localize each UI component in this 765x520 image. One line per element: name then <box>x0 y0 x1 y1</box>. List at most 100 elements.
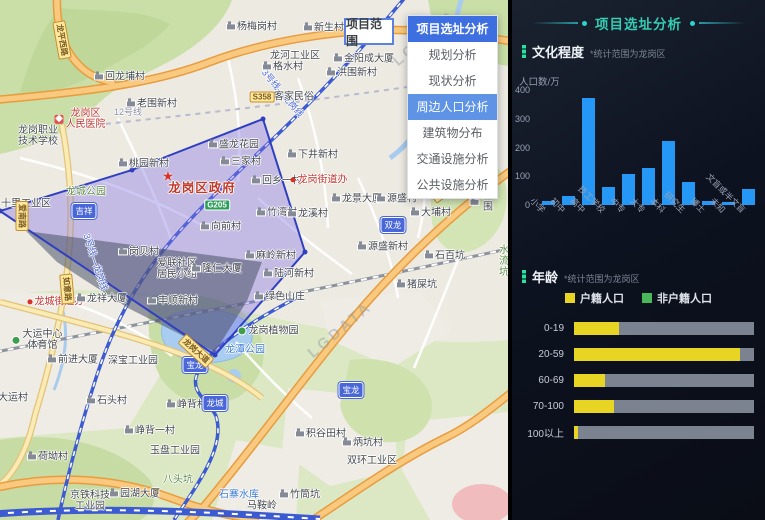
map-label: 三家村 <box>221 156 261 167</box>
map-label: 龙岗街道办 <box>291 174 348 185</box>
map-label: 回乡一村 <box>252 175 302 186</box>
map-label: 岗贝村 <box>119 246 159 257</box>
age-bar-fill <box>574 322 619 335</box>
map-label: 深宝工业园 <box>108 355 158 366</box>
map-label: 陆河新村 <box>264 268 314 279</box>
road-badge: 如意路 <box>59 273 75 304</box>
education-section-header: 文化程度 *统计范围为龙岗区 <box>522 42 666 61</box>
building-icon <box>280 493 288 498</box>
app-root: LGDATALGDATA3号线—龙岗线3号线—龙岗线杨梅岗村新生村龙河工业区金阳… <box>0 0 765 520</box>
map-label: 前进大厦 <box>48 354 98 365</box>
map-label: 龙城街道办 <box>28 296 85 307</box>
metro-station-badge[interactable]: 双龙 <box>380 217 405 233</box>
legend-item-户籍人口[interactable]: 户籍人口 <box>565 290 624 306</box>
building-icon <box>377 197 385 202</box>
building-icon <box>327 71 335 76</box>
age-row-70-100: 70-100 <box>512 398 765 414</box>
map-label: 绿色山庄 <box>255 291 305 302</box>
menu-item-建筑物分布[interactable]: 建筑物分布 <box>408 120 497 146</box>
building-icon <box>288 212 296 217</box>
menu-item-交通设施分析[interactable]: 交通设施分析 <box>408 146 497 172</box>
map-label: 双环工业区 <box>347 455 397 466</box>
menu-item-现状分析[interactable]: 现状分析 <box>408 68 497 94</box>
map-label: 石百坑 <box>425 250 465 261</box>
building-icon <box>201 225 209 230</box>
map-label: 洪围新村 <box>327 67 377 78</box>
building-icon <box>257 211 265 216</box>
map-label: 大埔村 <box>411 207 451 218</box>
building-icon <box>227 25 235 30</box>
building-icon <box>288 153 296 158</box>
map-label: 下井新村 <box>288 149 338 160</box>
building-icon <box>221 160 229 165</box>
age-section-title: 年龄 <box>532 267 558 286</box>
analysis-dropdown-menu: 项目选址分析规划分析现状分析周边人口分析建筑物分布交通设施分析公共设施分析 <box>407 15 498 199</box>
building-icon <box>411 211 419 216</box>
building-icon <box>343 441 351 446</box>
map-label: 龙河工业区 <box>270 50 320 61</box>
metro-station-badge[interactable]: 龙城 <box>202 395 227 411</box>
project-scope-button[interactable]: 项目范围 <box>344 18 394 45</box>
map-label: 杨梅岗村 <box>227 21 277 32</box>
menu-item-项目选址分析[interactable]: 项目选址分析 <box>408 16 497 42</box>
age-row-label: 0-19 <box>512 323 564 334</box>
age-row-label: 100以上 <box>512 425 564 440</box>
watermark: LGDATA <box>305 298 376 361</box>
map-label: 炳坑村 <box>343 437 383 448</box>
y-tick: 300 <box>512 114 530 124</box>
age-section-note: *统计范围为龙岗区 <box>564 272 640 285</box>
map-label: 回龙埔村 <box>95 71 145 82</box>
map-label: 园湖大厦 <box>110 488 160 499</box>
building-icon <box>264 272 272 277</box>
map-label: 水流坑 <box>499 245 508 279</box>
building-icon <box>334 57 342 62</box>
building-icon <box>255 295 263 300</box>
map-label: 桃园新村 <box>119 158 169 169</box>
map-label: 龙城公园 <box>66 186 106 197</box>
section-accent-icon <box>522 270 526 283</box>
education-section-title: 文化程度 <box>532 42 584 61</box>
menu-item-规划分析[interactable]: 规划分析 <box>408 42 497 68</box>
map-label: 龙岗植物园 <box>238 325 299 336</box>
header-dot-right-icon <box>690 21 695 26</box>
building-icon <box>471 200 479 205</box>
map-label: 八头坑 <box>163 474 193 485</box>
metro-line-label: 3号线—龙岗线 <box>81 232 112 292</box>
road-badge: 龙平西路 <box>52 20 71 60</box>
park-icon <box>238 327 247 336</box>
map-label: 爱联社区居民小组 <box>157 258 197 280</box>
menu-item-公共设施分析[interactable]: 公共设施分析 <box>408 172 497 198</box>
y-tick: 0 <box>512 200 530 210</box>
metro-station-badge[interactable]: 吉祥 <box>71 203 96 219</box>
hospital-icon: ✚ <box>55 115 64 124</box>
map-label: 石头村 <box>87 395 127 406</box>
poi-dot-icon <box>28 300 33 305</box>
y-tick: 400 <box>512 85 530 95</box>
age-bar-fill <box>574 400 614 413</box>
map-label: 竹湾村 <box>257 207 297 218</box>
road-badge: 爱南路 <box>16 201 29 231</box>
legend-item-非户籍人口[interactable]: 非户籍人口 <box>642 290 712 306</box>
age-bar-fill <box>574 374 605 387</box>
header-dot-left-icon <box>582 21 587 26</box>
map-label: 积谷田村 <box>296 428 346 439</box>
building-icon <box>296 432 304 437</box>
building-icon <box>425 254 433 259</box>
map-label: 老围新村 <box>127 98 177 109</box>
road-badge: G205 <box>204 200 230 211</box>
metro-station-badge[interactable]: 宝龙 <box>338 382 363 398</box>
age-bar-track <box>574 400 754 413</box>
map-label: 马鞍岭 <box>247 500 277 511</box>
y-tick: 100 <box>512 171 530 181</box>
age-bar-track <box>574 322 754 335</box>
y-tick: 200 <box>512 143 530 153</box>
header-deco-left <box>532 22 578 24</box>
building-icon <box>119 162 127 167</box>
building-icon <box>209 143 217 148</box>
building-icon <box>87 399 95 404</box>
age-legend: 户籍人口 非户籍人口 <box>565 290 712 306</box>
menu-item-周边人口分析[interactable]: 周边人口分析 <box>408 94 497 120</box>
building-icon <box>77 297 85 302</box>
map-label: 金阳成大厦 <box>334 53 394 64</box>
map-canvas[interactable]: LGDATALGDATA3号线—龙岗线3号线—龙岗线杨梅岗村新生村龙河工业区金阳… <box>0 0 508 520</box>
